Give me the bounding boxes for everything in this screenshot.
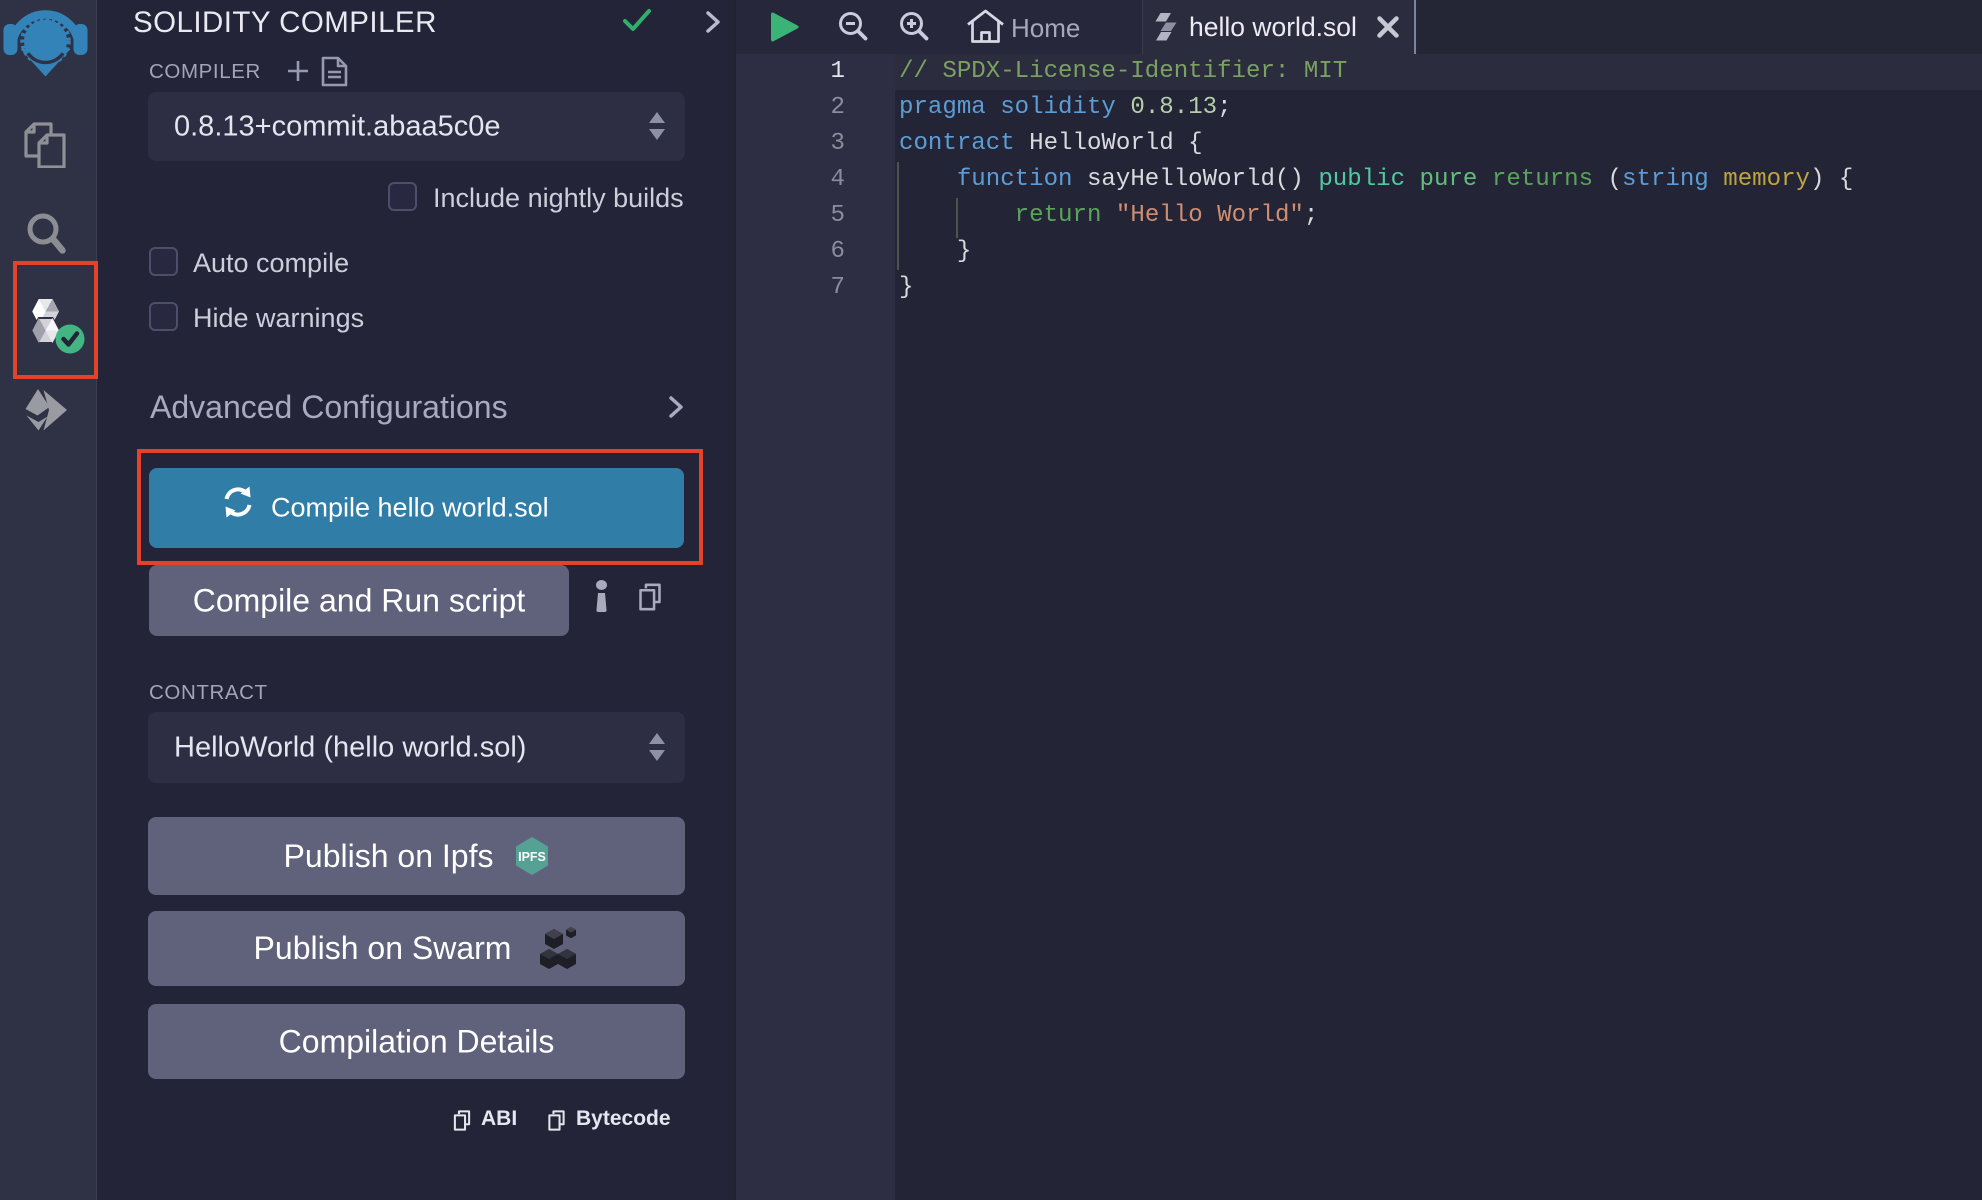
svg-text:IPFS: IPFS	[519, 850, 547, 864]
